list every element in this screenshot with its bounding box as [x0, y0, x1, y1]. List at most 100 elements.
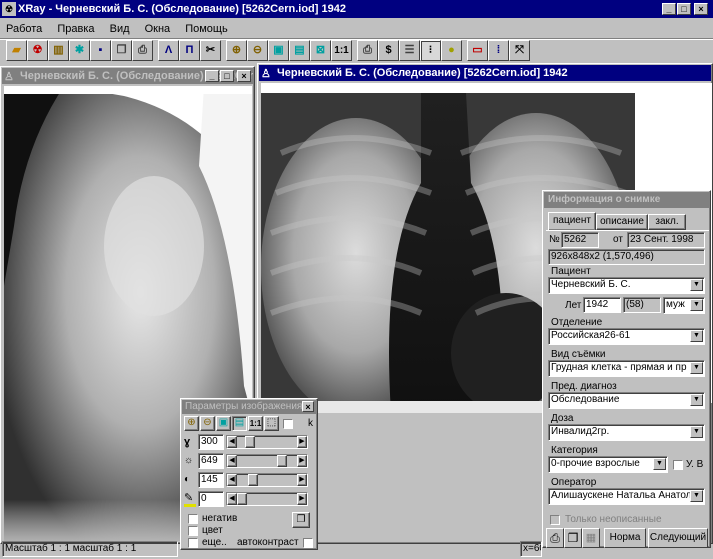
chevron-down-icon[interactable]: ▼	[690, 330, 703, 342]
actual-size-button[interactable]: 1:1	[248, 416, 263, 431]
fit-window-icon[interactable]: ▣	[268, 40, 289, 61]
gamma-field[interactable]: 300	[198, 434, 224, 450]
print-icon[interactable]: ⎙	[546, 528, 564, 548]
printer-icon[interactable]: ⎙	[357, 40, 378, 61]
sharpness-field[interactable]: 0	[198, 491, 224, 507]
radiation-icon[interactable]: ☢	[27, 40, 48, 61]
date-label: от	[613, 234, 623, 245]
details-icon[interactable]: ⁝	[420, 40, 441, 61]
select-icon[interactable]: ⬚	[264, 416, 279, 431]
next-button[interactable]: Следующий	[648, 528, 708, 548]
age-field: (58)	[623, 297, 661, 313]
tab-patient[interactable]: пациент	[548, 212, 596, 230]
fit-window-icon[interactable]: ▣	[216, 416, 231, 431]
negative-label: негатив	[202, 513, 238, 524]
slider-thumb[interactable]	[277, 455, 287, 467]
save-icon[interactable]: ▪	[90, 40, 111, 61]
menu-bar: Работа Правка Вид Окна Помощь	[6, 21, 240, 37]
status-scale: Масштаб 1 : 1 масштаб 1 : 1	[2, 541, 178, 557]
autocontrast-checkbox[interactable]	[303, 538, 313, 548]
brightness-field[interactable]: 649	[198, 453, 224, 469]
chevron-down-icon[interactable]: ▼	[690, 426, 703, 438]
fit-width-icon[interactable]: ▤	[232, 416, 247, 431]
fit-width-icon[interactable]: ▤	[289, 40, 310, 61]
zoom-out-icon[interactable]: ⊖	[247, 40, 268, 61]
chevron-down-icon[interactable]: ▼	[690, 279, 703, 291]
left-window-minimize[interactable]: _	[205, 70, 219, 82]
window-icon[interactable]: ▭	[467, 40, 488, 61]
scissors-icon[interactable]: ✂	[200, 40, 221, 61]
contrast-field[interactable]: 145	[198, 472, 224, 488]
chevron-down-icon[interactable]: ▼	[690, 490, 703, 502]
zoom-out-icon[interactable]: ⊖	[200, 416, 215, 431]
menu-edit[interactable]: Правка	[57, 23, 94, 35]
tab-conclusion[interactable]: закл.	[648, 214, 686, 230]
more-checkbox[interactable]	[188, 538, 198, 548]
k-checkbox[interactable]	[283, 419, 293, 429]
params-title: Параметры изображения	[185, 401, 303, 412]
norm-button[interactable]: Норма	[604, 528, 646, 548]
slider-thumb[interactable]	[237, 493, 247, 505]
chevron-down-icon[interactable]: ▼	[690, 362, 703, 374]
building-icon[interactable]: ▦	[582, 528, 600, 548]
cascade-icon[interactable]: ⤧	[509, 40, 530, 61]
contrast-slider[interactable]: ◀ ▶	[226, 473, 308, 487]
menu-view[interactable]: Вид	[110, 23, 130, 35]
copy-icon[interactable]: ❐	[292, 512, 310, 528]
chevron-down-icon[interactable]: ▼	[690, 394, 703, 406]
more-label[interactable]: еще..	[202, 537, 227, 548]
close-button[interactable]: ×	[694, 3, 708, 15]
department-dropdown[interactable]: Российская26-61 ▼	[548, 328, 705, 345]
sex-dropdown[interactable]: муж ▼	[663, 297, 705, 314]
zoom-in-icon[interactable]: ⊕	[184, 416, 199, 431]
money-icon[interactable]: $	[378, 40, 399, 61]
left-window-close[interactable]: ×	[237, 70, 251, 82]
sharpness-slider[interactable]: ◀ ▶	[226, 492, 308, 506]
actual-size-button[interactable]: 1:1	[331, 40, 352, 61]
lambda-icon[interactable]: Λ	[158, 40, 179, 61]
gamma-icon: ɣ	[184, 436, 191, 448]
tab-description[interactable]: описание	[596, 214, 648, 230]
category-checkbox[interactable]	[673, 460, 683, 470]
left-window-title-bar: ♙ Черневский Б. С. (Обследование) [5262C…	[2, 68, 253, 84]
brightness-slider[interactable]: ◀ ▶	[226, 454, 308, 468]
copy-icon[interactable]: ❐	[111, 40, 132, 61]
operator-label: Оператор	[551, 477, 597, 488]
patient-label: Пациент	[551, 266, 591, 277]
gamma-slider[interactable]: ◀ ▶	[226, 435, 308, 449]
menu-help[interactable]: Помощь	[185, 23, 228, 35]
gamma-row: ɣ 300 ◀ ▶	[184, 434, 314, 452]
patient-dropdown[interactable]: Черневский Б. С. ▼	[548, 277, 705, 294]
app-icon[interactable]: ☢	[2, 2, 16, 16]
slider-thumb[interactable]	[248, 474, 258, 486]
menu-work[interactable]: Работа	[6, 23, 42, 35]
pi-icon[interactable]: Π	[179, 40, 200, 61]
negative-checkbox[interactable]	[188, 514, 198, 524]
color-checkbox[interactable]	[188, 526, 198, 536]
tile-icon[interactable]: ⁞	[488, 40, 509, 61]
menu-windows[interactable]: Окна	[145, 23, 171, 35]
snowflake-icon[interactable]: ✱	[69, 40, 90, 61]
maximize-button[interactable]: □	[677, 3, 691, 15]
print-icon[interactable]: ⎙	[132, 40, 153, 61]
prelim-diagnosis-dropdown[interactable]: Обследование ▼	[548, 392, 705, 409]
left-window-maximize[interactable]: □	[220, 70, 234, 82]
book-icon[interactable]: ▥	[48, 40, 69, 61]
slider-thumb[interactable]	[245, 436, 255, 448]
params-close-button[interactable]: ×	[302, 401, 314, 412]
chevron-down-icon[interactable]: ▼	[653, 458, 666, 470]
dose-dropdown[interactable]: Инвалид2гр. ▼	[548, 424, 705, 441]
zoom-in-icon[interactable]: ⊕	[226, 40, 247, 61]
fit-all-icon[interactable]: ⊠	[310, 40, 331, 61]
shot-type-dropdown[interactable]: Грудная клетка - прямая и пр ▼	[548, 360, 705, 377]
chevron-down-icon[interactable]: ▼	[690, 299, 703, 311]
year-field[interactable]: 1942	[583, 297, 621, 313]
minimize-button[interactable]: _	[662, 3, 676, 15]
copy-icon[interactable]: ❐	[564, 528, 582, 548]
open-folder-icon[interactable]: ▰	[6, 40, 27, 61]
operator-dropdown[interactable]: Алишаускене Натальа Анатол ▼	[548, 488, 705, 505]
list-icon[interactable]: ☰	[399, 40, 420, 61]
users-icon[interactable]: ●	[441, 40, 462, 61]
category-check-label: У. В	[686, 459, 704, 470]
category-dropdown[interactable]: 0-прочие взрослые ▼	[548, 456, 668, 473]
